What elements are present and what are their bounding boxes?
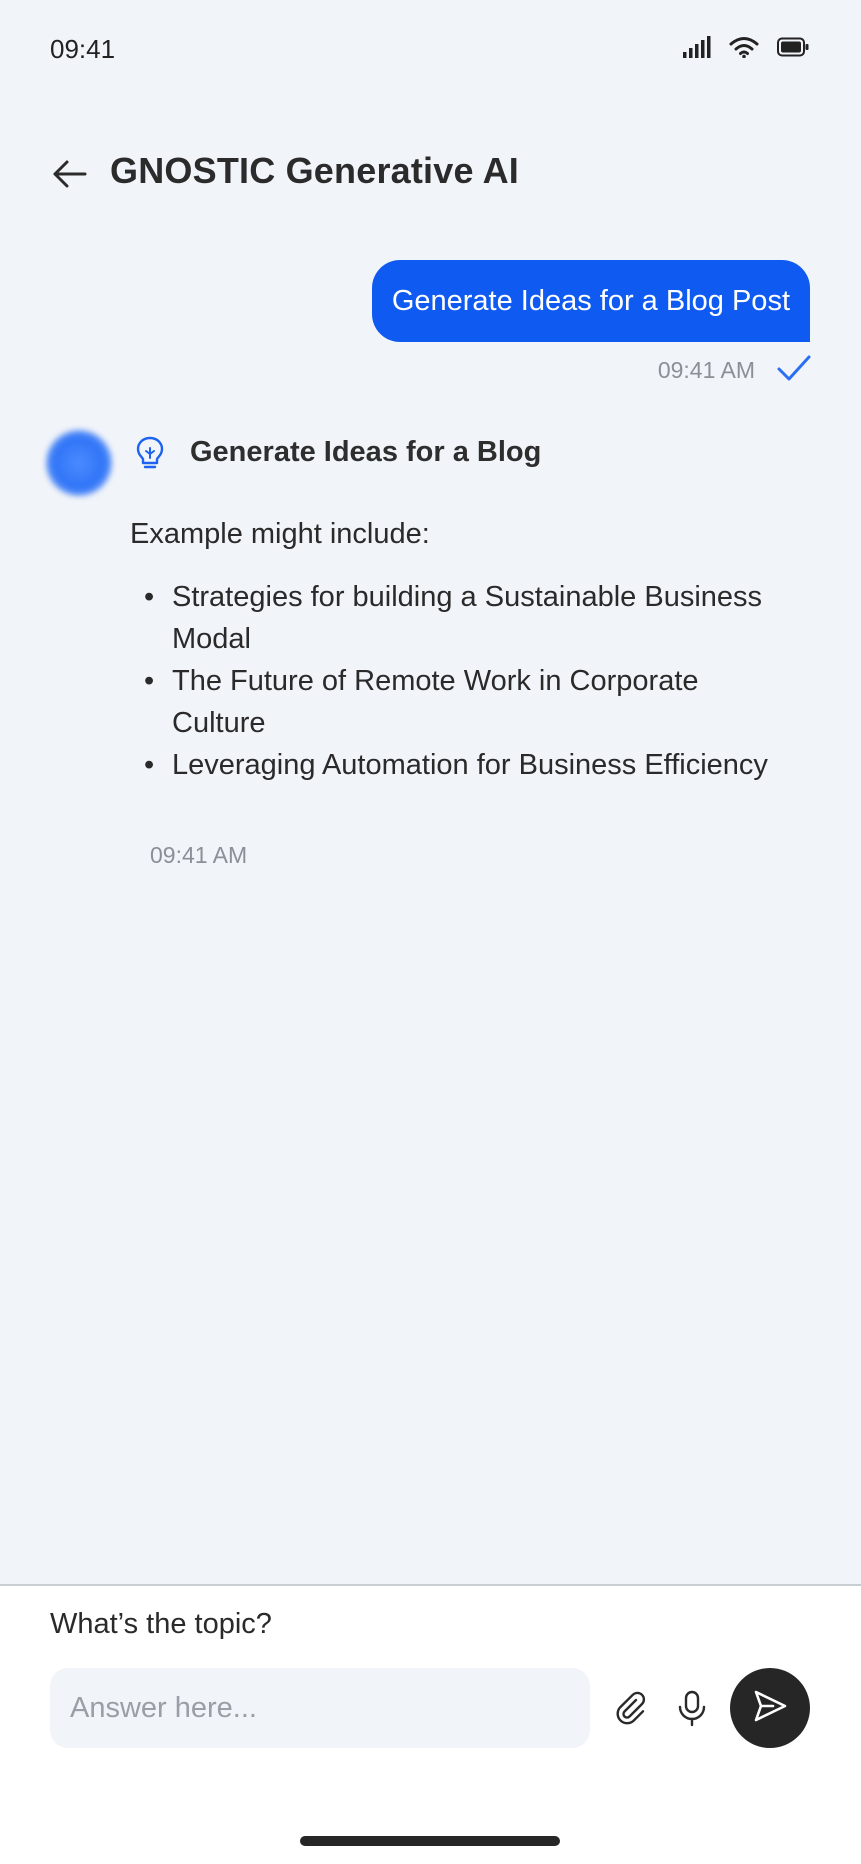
user-message-text: Generate Ideas for a Blog Post (391, 284, 790, 317)
bot-message-body: Example might include: Strategies for bu… (130, 510, 770, 786)
check-icon (777, 354, 811, 387)
answer-input[interactable] (50, 1668, 590, 1748)
microphone-icon[interactable] (672, 1688, 712, 1728)
user-message-time: 09:41 AM (657, 357, 755, 383)
user-message-bubble: Generate Ideas for a Blog Post (371, 260, 810, 342)
list-item: The Future of Remote Work in Corporate C… (130, 660, 770, 744)
composer-question: What’s the topic? (50, 1608, 272, 1640)
list-item: Leveraging Automation for Business Effic… (130, 744, 770, 786)
send-button[interactable] (730, 1668, 810, 1748)
home-indicator[interactable] (300, 1836, 560, 1846)
lightbulb-icon (135, 436, 165, 472)
wifi-icon (729, 36, 759, 63)
paperclip-icon[interactable] (612, 1688, 652, 1728)
back-button[interactable] (48, 154, 92, 198)
bot-message-heading: Generate Ideas for a Blog (190, 436, 542, 468)
user-message-meta: 09:41 AM (658, 354, 811, 387)
avatar (46, 430, 112, 496)
signal-icon (683, 36, 711, 63)
bot-idea-list: Strategies for building a Sustainable Bu… (130, 576, 770, 786)
bot-message-intro: Example might include: (130, 518, 430, 550)
bot-message-time: 09:41 AM (150, 842, 248, 868)
list-item: Strategies for building a Sustainable Bu… (130, 576, 770, 660)
status-bar: 09:41 (0, 0, 861, 100)
send-icon (751, 1687, 789, 1730)
status-icons (683, 36, 809, 63)
arrow-left-icon (52, 159, 88, 194)
status-time: 09:41 (50, 34, 116, 64)
battery-icon (777, 37, 809, 62)
header: GNOSTIC Generative AI (0, 140, 861, 210)
page-title: GNOSTIC Generative AI (110, 150, 519, 191)
composer: What’s the topic? (0, 1584, 861, 1864)
